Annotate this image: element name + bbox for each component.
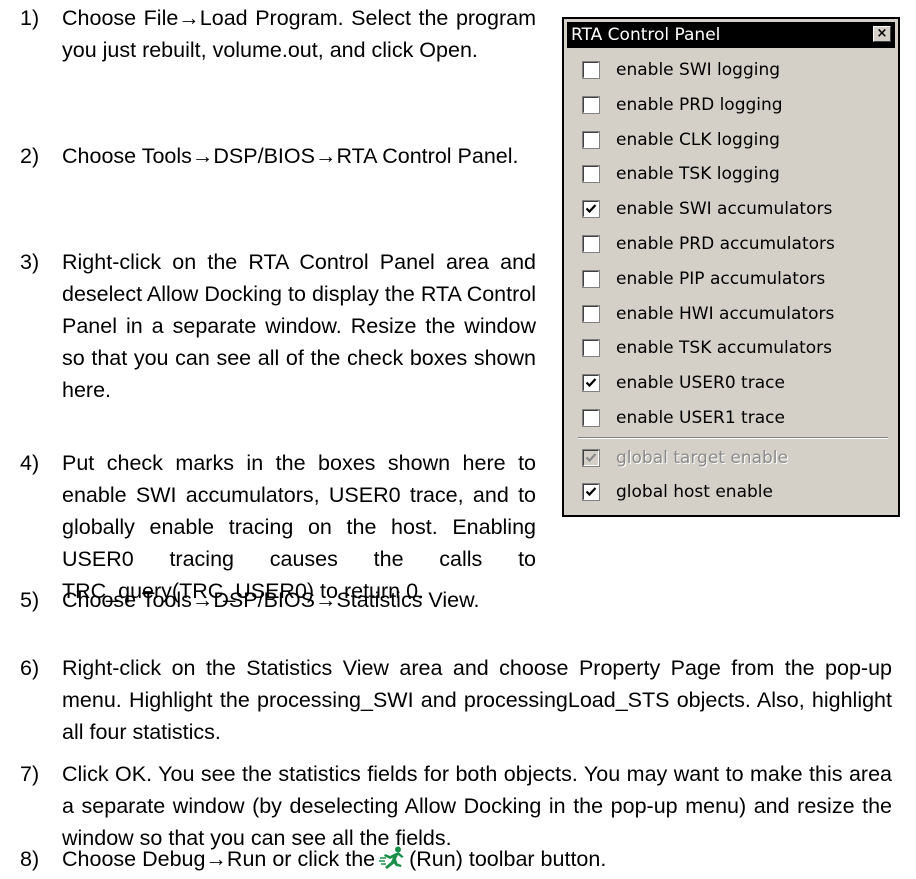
step-text: Right-click on the RTA Control Panel are… (62, 250, 536, 402)
checkbox-label: enable PIP accumulators (616, 268, 826, 289)
checkbox[interactable] (582, 339, 600, 358)
checkbox-label: enable SWI accumulators (616, 199, 833, 220)
checkbox-label: enable SWI logging (616, 60, 781, 80)
checkbox[interactable] (582, 130, 600, 149)
checkbox-checked[interactable] (582, 200, 600, 219)
checkbox-label: global target enable (616, 448, 788, 468)
checkmark-icon (585, 487, 597, 497)
run-icon (379, 846, 405, 870)
checkbox[interactable] (582, 61, 600, 79)
checkbox-label: enable CLK logging (616, 129, 780, 150)
checkbox-row[interactable]: enable PRD accumulators (582, 229, 892, 259)
step-text: Choose Tools→DSP/BIOS→Statistics View. (62, 588, 480, 612)
checkbox-label: enable PRD accumulators (616, 234, 835, 254)
checkbox-row[interactable]: enable USER1 trace (582, 403, 892, 433)
checkbox[interactable] (582, 95, 600, 114)
checkbox-row[interactable]: enable PRD logging (582, 90, 892, 120)
checkbox-row[interactable]: enable TSK logging (582, 159, 892, 189)
checkbox-label: enable TSK logging (616, 164, 780, 185)
step-number: 1) (20, 6, 40, 30)
step-number: 4) (20, 451, 40, 475)
checkbox-label: enable HWI accumulators (616, 303, 835, 324)
step-text: Choose File→Load Program. Select the pro… (62, 6, 536, 62)
checkbox[interactable] (582, 304, 600, 323)
step-number: 7) (20, 762, 40, 786)
checkbox-label: enable USER1 trace (616, 408, 785, 428)
step-text: Put check marks in the boxes shown here … (62, 451, 536, 603)
step-text: Right-click on the Statistics View area … (62, 656, 892, 744)
step-number: 5) (20, 588, 40, 612)
checkbox-row[interactable]: enable PIP accumulators (582, 264, 892, 294)
checkbox-row: global target enable (582, 443, 892, 473)
checkmark-icon (585, 204, 597, 214)
step-text: Choose Tools→DSP/BIOS→RTA Control Panel. (62, 144, 519, 168)
checkmark-icon (585, 453, 597, 463)
step-number: 6) (20, 656, 40, 680)
close-button[interactable]: × (873, 26, 891, 42)
checkbox-row[interactable]: enable CLK logging (582, 125, 892, 155)
step-text-before: Choose Debug→Run or click the (62, 847, 376, 871)
checkbox-checked (582, 449, 600, 467)
step-number: 2) (20, 144, 40, 168)
step-text: Choose Debug→Run or click the (Run) tool… (62, 843, 892, 875)
checkbox[interactable] (582, 409, 600, 427)
checkmark-icon (585, 378, 597, 388)
checkbox-row[interactable]: global host enable (582, 477, 892, 507)
checkbox-checked[interactable] (582, 483, 600, 501)
checkbox[interactable] (582, 165, 600, 184)
checkbox[interactable] (582, 269, 600, 288)
checkbox-label: global host enable (616, 482, 773, 502)
checkbox-row[interactable]: enable HWI accumulators (582, 299, 892, 329)
panel-titlebar[interactable]: RTA Control Panel × (567, 22, 895, 48)
rta-control-panel: RTA Control Panel × enable SWI logging en… (562, 17, 900, 517)
close-icon: × (876, 26, 888, 41)
checkbox-row[interactable]: enable USER0 trace (582, 368, 892, 398)
checkbox-checked[interactable] (582, 374, 600, 393)
panel-title: RTA Control Panel (571, 25, 721, 45)
checkbox[interactable] (582, 235, 600, 253)
step-number: 8) (20, 847, 40, 871)
step-number: 3) (20, 250, 40, 274)
checkbox-row[interactable]: enable SWI logging (582, 55, 892, 85)
checkbox-label: enable USER0 trace (616, 373, 785, 394)
step-text-after: (Run) toolbar button. (409, 847, 607, 871)
step-text: Click OK. You see the statistics fields … (62, 762, 892, 850)
checkbox-label: enable TSK accumulators (616, 338, 833, 359)
checkbox-row[interactable]: enable TSK accumulators (582, 333, 892, 363)
checkbox-row[interactable]: enable SWI accumulators (582, 194, 892, 224)
panel-divider (578, 437, 888, 439)
checkbox-label: enable PRD logging (616, 94, 783, 115)
